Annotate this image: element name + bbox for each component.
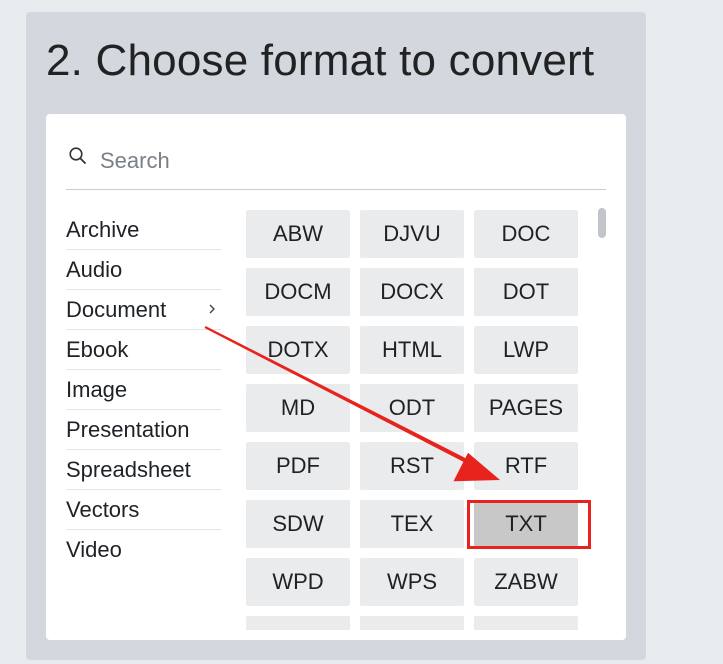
format-button-abw[interactable]: ABW <box>246 210 350 258</box>
search-icon <box>69 147 86 164</box>
format-button-md[interactable]: MD <box>246 384 350 432</box>
category-label: Presentation <box>66 417 190 442</box>
category-image[interactable]: Image <box>66 370 221 410</box>
chevron-right-icon <box>209 304 215 314</box>
format-button-rtf[interactable]: RTF <box>474 442 578 490</box>
category-archive[interactable]: Archive <box>66 210 221 250</box>
format-button-partial[interactable] <box>360 616 464 630</box>
category-label: Vectors <box>66 497 140 522</box>
format-button-djvu[interactable]: DJVU <box>360 210 464 258</box>
format-button-partial[interactable] <box>474 616 578 630</box>
category-document[interactable]: Document <box>66 290 221 330</box>
search-bar <box>66 144 606 190</box>
format-button-dot[interactable]: DOT <box>474 268 578 316</box>
category-spreadsheet[interactable]: Spreadsheet <box>66 450 221 490</box>
format-button-pdf[interactable]: PDF <box>246 442 350 490</box>
category-label: Audio <box>66 257 123 282</box>
category-audio[interactable]: Audio <box>66 250 221 290</box>
format-picker: Archive Audio Document Ebook Image Prese… <box>46 114 626 640</box>
category-ebook[interactable]: Ebook <box>66 330 221 370</box>
scrollbar-thumb[interactable] <box>598 208 606 238</box>
format-button-zabw[interactable]: ZABW <box>474 558 578 606</box>
format-button-sdw[interactable]: SDW <box>246 500 350 548</box>
format-button-txt[interactable]: TXT <box>474 500 578 548</box>
format-button-dotx[interactable]: DOTX <box>246 326 350 374</box>
format-button-tex[interactable]: TEX <box>360 500 464 548</box>
category-label: Spreadsheet <box>66 457 191 482</box>
category-presentation[interactable]: Presentation <box>66 410 221 450</box>
category-label: Archive <box>66 217 140 242</box>
format-button-doc[interactable]: DOC <box>474 210 578 258</box>
category-list: Archive Audio Document Ebook Image Prese… <box>66 210 221 569</box>
format-button-lwp[interactable]: LWP <box>474 326 578 374</box>
format-button-wpd[interactable]: WPD <box>246 558 350 606</box>
format-button-odt[interactable]: ODT <box>360 384 464 432</box>
format-button-pages[interactable]: PAGES <box>474 384 578 432</box>
format-button-docx[interactable]: DOCX <box>360 268 464 316</box>
category-vectors[interactable]: Vectors <box>66 490 221 530</box>
format-button-wps[interactable]: WPS <box>360 558 464 606</box>
search-input[interactable] <box>100 144 590 178</box>
format-button-rst[interactable]: RST <box>360 442 464 490</box>
category-label: Video <box>66 537 122 562</box>
format-grid: ABW DJVU DOC DOCM DOCX DOT DOTX HTML LWP… <box>246 210 586 630</box>
category-video[interactable]: Video <box>66 530 221 569</box>
category-label: Ebook <box>66 337 129 362</box>
format-button-html[interactable]: HTML <box>360 326 464 374</box>
format-button-docm[interactable]: DOCM <box>246 268 350 316</box>
category-label: Document <box>66 297 167 322</box>
page-title: 2. Choose format to convert <box>46 36 595 85</box>
category-label: Image <box>66 377 128 402</box>
format-button-partial[interactable] <box>246 616 350 630</box>
